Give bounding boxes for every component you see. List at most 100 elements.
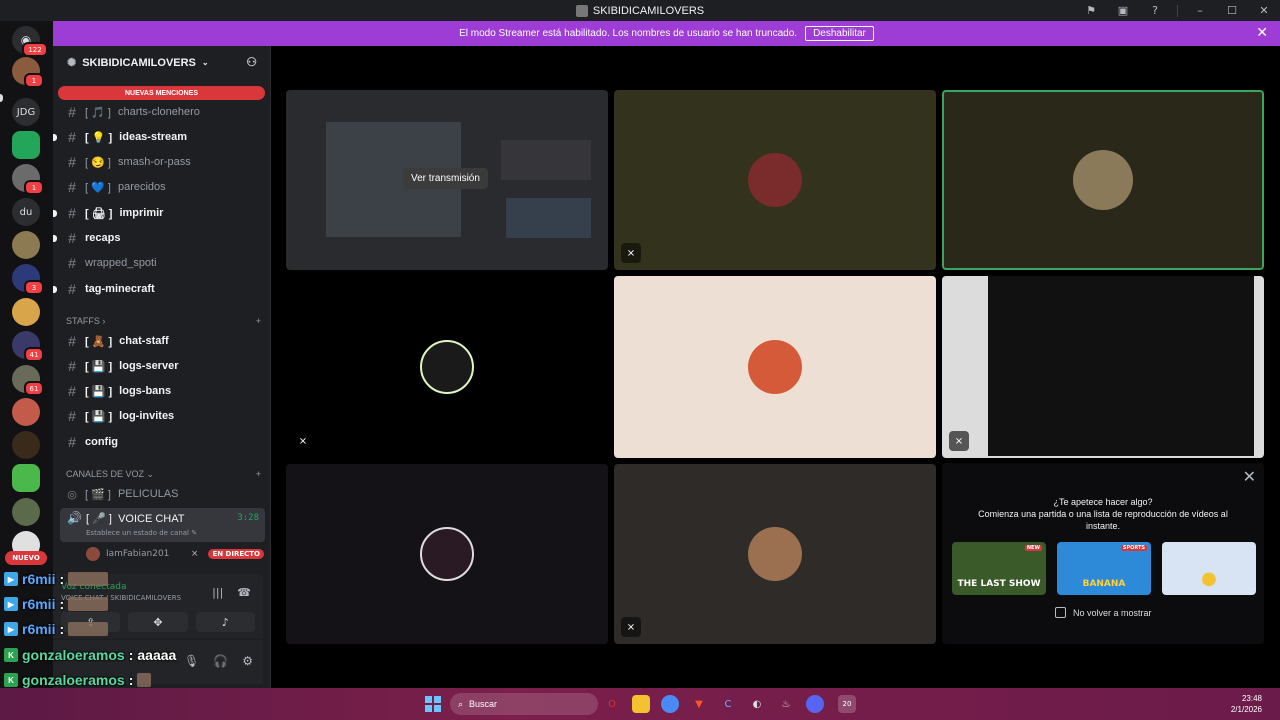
taskbar-app-icon[interactable]: 20 — [838, 695, 856, 713]
soundboard-button[interactable]: ♪ — [195, 612, 255, 632]
voice-user-row[interactable]: IamFabian201 ⨯ EN DIRECTO — [86, 546, 264, 562]
game-tag: NEW — [1024, 545, 1042, 551]
participant-tile[interactable] — [614, 276, 936, 458]
taskbar-clock[interactable]: 23:48 2/1/2026 — [1231, 693, 1262, 715]
chat-username: r6mii — [22, 621, 56, 637]
add-channel-icon[interactable]: + — [256, 469, 261, 479]
brave-icon[interactable]: ▼ — [690, 695, 708, 713]
channel-imprimir[interactable]: # [ 🖨 ] imprimir — [53, 202, 265, 224]
voice-channel-voice-chat[interactable]: 🔊 [ 🎤 ] VOICE CHAT 3:28 Establece un est… — [60, 508, 265, 542]
channel-log-invites[interactable]: # [ 💾 ] log-invites — [60, 405, 265, 427]
app-c-icon[interactable]: C — [719, 695, 737, 713]
server-icon-jdg[interactable]: JDG — [12, 98, 40, 126]
overlay-chat-line: K gonzaloeramos: — [4, 671, 152, 689]
discord-taskbar-icon[interactable] — [806, 695, 824, 713]
server-icon-8[interactable] — [12, 298, 40, 326]
server-icon-13[interactable] — [12, 464, 40, 492]
minimize-button[interactable]: – — [1184, 4, 1216, 17]
emoji: 🎵 — [91, 106, 105, 119]
chrome-icon[interactable] — [661, 695, 679, 713]
server-icon-du[interactable]: du — [12, 198, 40, 226]
dont-show-again[interactable]: No volver a mostrar — [1055, 607, 1152, 618]
participant-tile[interactable]: ⨯ — [614, 90, 936, 270]
activity-game-card[interactable]: SPORTS BANANA — [1057, 542, 1151, 595]
server-icon-11[interactable] — [12, 398, 40, 426]
server-icon-4[interactable]: 1 — [12, 164, 44, 195]
speaker-icon: 🔊 — [67, 511, 82, 525]
server-emblem-icon: ✺ — [67, 57, 77, 69]
server-header[interactable]: ✺ SKIBIDICAMILOVERS ⌄ ⚇ — [53, 46, 271, 79]
screen-icon[interactable]: ▣ — [1107, 4, 1139, 17]
activity-subtitle: Comienza una partida o una lista de repr… — [978, 509, 1228, 531]
close-icon[interactable]: ✕ — [1256, 25, 1268, 41]
muted-mic-icon: ⨯ — [621, 617, 641, 637]
participant-tile[interactable]: ⨯ — [286, 276, 608, 458]
headphones-icon[interactable]: 🎧 — [213, 654, 228, 668]
channel-emoji: [ 🖨 ] — [85, 207, 113, 220]
direct-messages-button[interactable]: ◉ 122 — [12, 26, 48, 57]
channel-logs-bans[interactable]: # [ 💾 ] logs-bans — [60, 380, 265, 402]
server-icon-14[interactable] — [12, 498, 40, 526]
watch-stream-button[interactable]: Ver transmisión — [403, 168, 488, 189]
category-staffs[interactable]: STAFFS › + — [66, 314, 261, 328]
activity-game-card[interactable]: NEW THE LAST SHOW — [952, 542, 1046, 595]
participant-tile[interactable] — [286, 464, 608, 644]
participant-tile-speaking[interactable] — [942, 90, 1264, 270]
participant-tile[interactable]: ⨯ — [942, 276, 1264, 458]
channel-parecidos[interactable]: # [ 💙 ] parecidos — [60, 176, 265, 198]
voice-channel-peliculas[interactable]: ◎ [ 🎬 ] PELICULAS — [60, 483, 265, 505]
voice-channel-name: VOICE CHAT — [118, 513, 185, 525]
channel-recaps[interactable]: # recaps — [53, 227, 265, 249]
stream-preview-tile[interactable]: Ver transmisión — [286, 90, 608, 270]
server-icon-9[interactable]: 41 — [12, 331, 44, 362]
server-icon-3[interactable] — [12, 131, 40, 159]
taskbar-search[interactable]: ⌕ Buscar — [450, 693, 598, 715]
channel-config[interactable]: # config — [60, 431, 265, 453]
inbox-icon[interactable]: ⚑ — [1075, 4, 1107, 17]
add-channel-icon[interactable]: + — [256, 316, 261, 326]
channel-chat-staff[interactable]: # [ 🧸 ] chat-staff — [60, 330, 265, 352]
channel-status[interactable]: Establece un estado de canal ✎ — [86, 529, 197, 537]
overlay-chat-line: ▶ r6mii: — [4, 595, 109, 613]
server-icon-12[interactable] — [12, 431, 40, 459]
checkbox[interactable] — [1055, 607, 1066, 618]
opera-icon[interactable]: O — [603, 695, 621, 713]
channel-ideas-stream[interactable]: # [ 💡 ] ideas-stream — [53, 126, 265, 148]
chat-username: r6mii — [22, 596, 56, 612]
chat-message: aaaaa — [137, 647, 177, 663]
new-mentions-pill[interactable]: NUEVAS MENCIONES — [58, 86, 265, 100]
server-icon-10[interactable]: 61 — [12, 365, 44, 396]
settings-gear-icon[interactable]: ⚙ — [242, 654, 253, 668]
disconnect-icon[interactable]: ☎ — [237, 586, 251, 599]
emote-image — [68, 572, 109, 586]
channel-smash-or-pass[interactable]: # [ 😏 ] smash-or-pass — [60, 151, 265, 173]
category-voice[interactable]: CANALES DE VOZ ⌄ + — [66, 467, 261, 481]
steam-icon[interactable]: ♨ — [777, 695, 795, 713]
close-window-button[interactable]: ✕ — [1248, 4, 1280, 17]
channel-charts-clonehero[interactable]: # [ 🎵 ] charts-clonehero — [60, 101, 265, 123]
github-icon[interactable]: ◐ — [748, 695, 766, 713]
server-icon-6[interactable] — [12, 231, 40, 259]
help-icon[interactable]: ? — [1139, 4, 1171, 17]
close-icon[interactable]: ✕ — [1243, 467, 1256, 486]
maximize-button[interactable]: ☐ — [1216, 4, 1248, 17]
noise-suppression-icon[interactable]: ||| — [212, 586, 223, 599]
new-servers-pill[interactable]: NUEVO — [5, 551, 47, 565]
platform-icon: ▶ — [4, 597, 18, 611]
channel-logs-server[interactable]: # [ 💾 ] logs-server — [60, 355, 265, 377]
windows-start-icon[interactable] — [425, 696, 441, 712]
invite-people-icon[interactable]: ⚇ — [246, 55, 257, 69]
activity-game-card[interactable]: ● — [1162, 542, 1256, 595]
disable-streamer-button[interactable]: Deshabilitar — [805, 26, 874, 41]
live-badge: EN DIRECTO — [208, 549, 264, 559]
participant-tile[interactable]: ⨯ — [614, 464, 936, 644]
server-icon-7[interactable]: 3 — [12, 264, 44, 295]
channel-wrapped-spoti[interactable]: # wrapped_spoti — [60, 252, 265, 274]
dont-show-label: No volver a mostrar — [1073, 607, 1152, 618]
channel-tag-minecraft[interactable]: # tag-minecraft — [53, 278, 265, 300]
file-explorer-icon[interactable] — [632, 695, 650, 713]
server-icon-1[interactable]: 1 — [12, 57, 44, 88]
unread-indicator — [53, 210, 57, 217]
pencil-icon: ✎ — [191, 529, 198, 537]
titlebar-controls: ⚑ ▣ ? – ☐ ✕ — [1075, 0, 1280, 21]
